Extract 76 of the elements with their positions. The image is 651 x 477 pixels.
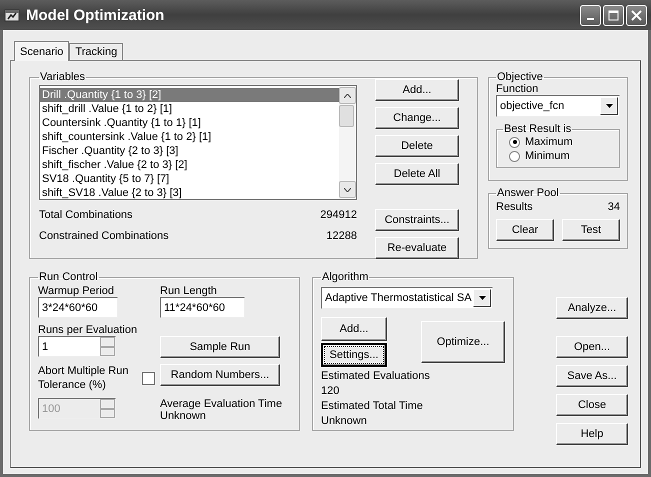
group-title: Best Result is [503, 123, 572, 135]
group-title: Objective [496, 71, 544, 83]
stat-label: Constrained Combinations [39, 230, 169, 242]
results-count: 34 [608, 201, 620, 213]
dropdown-arrow-icon [478, 296, 486, 300]
list-item[interactable]: shift_drill .Value {1 to 2} [1] [40, 102, 339, 116]
algorithm-dropdown[interactable]: Adaptive Thermostatistical SA [321, 287, 493, 309]
scroll-thumb[interactable] [339, 105, 354, 127]
maximize-icon [608, 10, 619, 20]
run-length-field[interactable]: 11*24*60*60 [160, 297, 245, 318]
list-item[interactable]: shift_SV18 .Value {2 to 3} [3] [40, 186, 339, 199]
variable-button[interactable]: Constraints... [375, 209, 459, 231]
close-button[interactable] [626, 4, 647, 26]
list-item[interactable]: shift_countersink .Value {1 to 2} [1] [40, 130, 339, 144]
list-item[interactable]: SV18 .Quantity {5 to 7} [7] [40, 172, 339, 186]
radio-button[interactable] [509, 136, 520, 148]
close-icon [631, 10, 642, 20]
random-numbers-button[interactable]: Random Numbers... [160, 364, 280, 386]
variable-button[interactable]: Delete All [375, 163, 459, 185]
list-item[interactable]: shift_fischer .Value {2 to 3} [2] [40, 158, 339, 172]
dialog-button[interactable]: Open... [556, 336, 628, 358]
list-item[interactable]: Drill .Quantity {1 to 3} [2] [40, 88, 339, 102]
function-dropdown[interactable]: objective_fcn [496, 95, 620, 117]
field-label: Results [496, 201, 533, 213]
stat-value: 12288 [326, 230, 357, 242]
group-title: Run Control [38, 271, 99, 283]
info-label: Estimated Total Time [321, 399, 424, 414]
group-title: Algorithm [321, 271, 370, 283]
sample-run-button[interactable]: Sample Run [160, 336, 280, 358]
scroll-down-icon[interactable] [344, 188, 351, 192]
minimize-icon [587, 18, 594, 20]
field-label: Run Length [160, 285, 218, 297]
group-title: Answer Pool [496, 187, 560, 199]
checkbox-label[interactable]: Abort Multiple Run Tolerance (%) [38, 364, 138, 392]
pool-button[interactable]: Clear [496, 219, 554, 241]
info-value: Unknown [160, 410, 207, 422]
variable-button[interactable]: Re-evaluate [375, 237, 459, 259]
scrollbar[interactable] [339, 86, 356, 199]
warmup-field[interactable]: 3*24*60*60 [38, 297, 118, 318]
variables-list[interactable] [39, 85, 357, 200]
dialog-button[interactable]: Analyze... [556, 297, 628, 319]
info-label: Average Evaluation Time [160, 398, 284, 410]
variable-button[interactable]: Add... [375, 79, 459, 101]
radio-button[interactable] [509, 150, 520, 162]
settings-button[interactable]: Settings... [321, 343, 387, 367]
field-label: Function [496, 83, 540, 95]
info-value: 120 [321, 384, 340, 399]
checkbox[interactable] [142, 372, 155, 384]
group-title: Variables [39, 71, 86, 83]
info-value: Unknown [321, 414, 368, 429]
stat-label: Total Combinations [39, 208, 133, 220]
dialog-button[interactable]: Help [556, 423, 628, 445]
minimize-button[interactable] [580, 4, 601, 26]
dropdown-arrow-icon [606, 104, 612, 108]
variable-button[interactable]: Delete [375, 135, 459, 157]
tab[interactable]: Scenario [14, 41, 70, 61]
app-icon [4, 7, 20, 23]
field-label: Runs per Evaluation [38, 324, 138, 336]
add-algorithm-button[interactable]: Add... [321, 317, 387, 341]
window-title: Model Optimization [26, 6, 166, 24]
dialog-button[interactable]: Save As... [556, 365, 628, 387]
stat-value: 294912 [320, 208, 357, 220]
info-label: Estimated Evaluations [321, 369, 431, 384]
field-label: Warmup Period [38, 285, 116, 297]
runs-spinner[interactable]: 1 [38, 336, 116, 357]
list-item[interactable]: Fischer .Quantity {2 to 3} [3] [40, 144, 339, 158]
list-item[interactable]: Countersink .Quantity {1 to 1} [1] [40, 116, 339, 130]
tab[interactable]: Tracking [69, 43, 124, 60]
maximize-button[interactable] [603, 4, 624, 26]
pool-button[interactable]: Test [562, 219, 620, 241]
optimize-button[interactable]: Optimize... [421, 321, 505, 363]
variable-button[interactable]: Change... [375, 107, 459, 129]
scroll-up-icon[interactable] [344, 94, 351, 98]
dialog-button[interactable]: Close [556, 394, 628, 416]
radio-label[interactable]: Maximum [525, 136, 573, 148]
radio-label[interactable]: Minimum [525, 150, 570, 162]
